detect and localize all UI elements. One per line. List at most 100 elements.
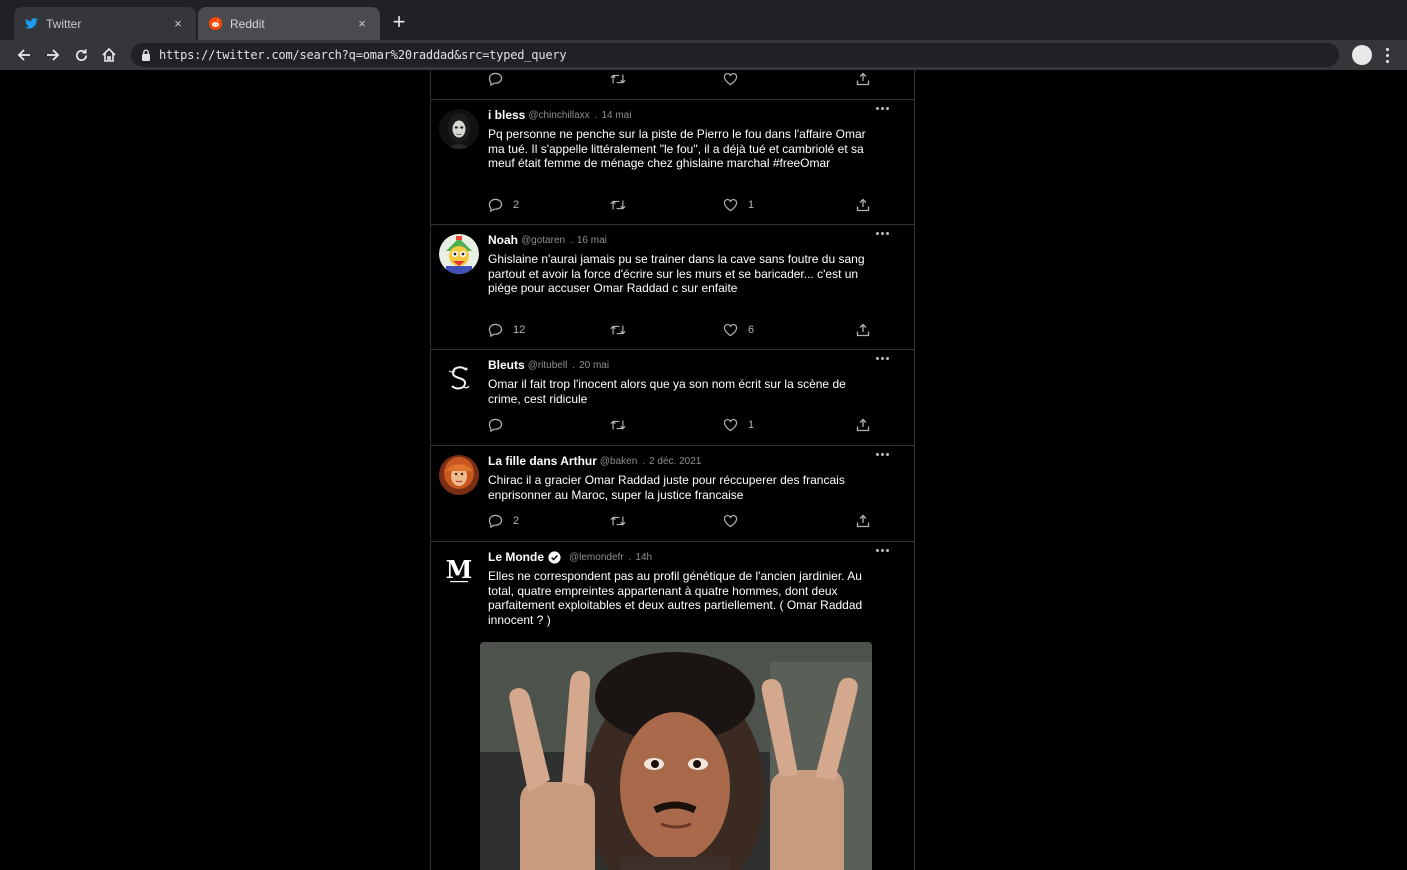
tweet[interactable]: Bleuts @ritubell . 20 mai Omar il fait t… xyxy=(431,351,914,446)
share-button[interactable] xyxy=(856,513,870,529)
more-options-icon[interactable] xyxy=(876,453,894,461)
like-button[interactable]: 6 xyxy=(723,322,754,338)
tweet-actions: 2 xyxy=(488,513,878,529)
more-options-icon[interactable] xyxy=(876,549,894,557)
avatar[interactable] xyxy=(439,234,479,274)
reply-icon xyxy=(488,418,503,432)
forward-button[interactable] xyxy=(42,44,64,66)
reply-button[interactable]: 2 xyxy=(488,513,519,529)
retweet-icon[interactable] xyxy=(610,71,626,87)
separator-dot: . xyxy=(572,359,576,371)
like-icon xyxy=(723,323,738,337)
retweet-button[interactable] xyxy=(610,417,636,433)
twitter-bird-icon xyxy=(24,17,38,31)
author-name[interactable]: i bless xyxy=(488,108,525,122)
reply-count: 2 xyxy=(513,515,520,527)
author-handle[interactable]: @ritubell xyxy=(528,360,568,371)
share-icon[interactable] xyxy=(856,71,870,87)
reply-button[interactable]: 2 xyxy=(488,197,519,213)
tweet-photo[interactable] xyxy=(480,642,872,870)
author-name[interactable]: Noah xyxy=(488,233,518,247)
share-icon xyxy=(856,514,870,528)
retweet-button[interactable] xyxy=(610,197,636,213)
separator-dot: . xyxy=(570,234,573,246)
author-name[interactable]: La fille dans Arthur xyxy=(488,454,597,468)
tweet[interactable]: La fille dans Arthur @baken . 2 déc. 202… xyxy=(431,447,914,542)
tweet-date[interactable]: 2 déc. 2021 xyxy=(649,456,701,467)
tab-title-twitter: Twitter xyxy=(46,16,82,31)
retweet-button[interactable] xyxy=(610,513,636,529)
reply-button[interactable]: 12 xyxy=(488,322,525,338)
author-handle[interactable]: @chinchillaxx xyxy=(528,110,589,121)
arrow-right-icon xyxy=(47,49,60,61)
avatar[interactable]: M xyxy=(439,551,479,591)
new-tab-button[interactable]: + xyxy=(388,11,410,34)
tweet-date[interactable]: 16 mai xyxy=(577,235,607,246)
share-button[interactable] xyxy=(856,417,870,433)
more-options-icon[interactable] xyxy=(876,232,894,240)
retweet-icon xyxy=(610,516,626,526)
retweet-icon xyxy=(610,200,626,210)
tab-reddit[interactable]: Reddit × xyxy=(198,7,380,40)
tweet-actions xyxy=(488,71,878,87)
author-handle[interactable]: @gotaren xyxy=(521,235,565,246)
tweet-header: i bless @chinchillaxx . 14 mai xyxy=(488,108,631,122)
reddit-icon xyxy=(208,17,222,31)
author-handle[interactable]: @lemondefr xyxy=(569,552,624,563)
tweet[interactable]: Noah @gotaren . 16 mai Ghislaine n'aurai… xyxy=(431,226,914,350)
tweet[interactable]: M Le Monde @lemondefr . 14h Elles ne cor… xyxy=(431,543,914,870)
tab-title-reddit: Reddit xyxy=(230,16,265,31)
address-bar[interactable]: https://twitter.com/search?q=omar%20radd… xyxy=(131,43,1339,67)
author-name[interactable]: Bleuts xyxy=(488,358,525,372)
like-count: 6 xyxy=(748,324,755,336)
tweet-date[interactable]: 14 mai xyxy=(601,110,631,121)
page-viewport: i bless @chinchillaxx . 14 mai Pq person… xyxy=(0,70,1407,870)
reply-icon[interactable] xyxy=(488,71,503,87)
tab-twitter[interactable]: Twitter × xyxy=(14,7,196,40)
timeline-column: i bless @chinchillaxx . 14 mai Pq person… xyxy=(430,70,915,870)
profile-avatar-icon[interactable] xyxy=(1352,45,1372,65)
tweet-text: Omar il fait trop l'inocent alors que ya… xyxy=(488,377,846,406)
tweet-header: La fille dans Arthur @baken . 2 déc. 202… xyxy=(488,454,701,468)
tweet-date[interactable]: 20 mai xyxy=(579,360,609,371)
avatar[interactable] xyxy=(439,455,479,495)
tab-close-icon[interactable]: × xyxy=(354,16,370,32)
retweet-button[interactable] xyxy=(610,322,636,338)
like-button[interactable]: 1 xyxy=(723,417,754,433)
more-options-icon[interactable] xyxy=(876,107,894,115)
reply-icon xyxy=(488,323,503,337)
reply-button[interactable] xyxy=(488,417,513,433)
tweet-partial[interactable] xyxy=(431,70,914,100)
verified-badge-icon xyxy=(548,550,561,564)
tweet-date[interactable]: 14h xyxy=(635,552,652,563)
share-icon xyxy=(856,323,870,337)
tweet[interactable]: i bless @chinchillaxx . 14 mai Pq person… xyxy=(431,101,914,225)
share-button[interactable] xyxy=(856,322,870,338)
tweet-text: Chirac il a gracier Omar Raddad juste po… xyxy=(488,473,845,502)
back-button[interactable] xyxy=(13,44,35,66)
home-icon xyxy=(102,47,116,62)
retweet-icon xyxy=(610,325,626,335)
retweet-icon xyxy=(610,420,626,430)
browser-menu-icon[interactable] xyxy=(1380,44,1394,66)
avatar[interactable] xyxy=(439,359,479,399)
like-icon xyxy=(723,418,738,432)
like-button[interactable]: 1 xyxy=(723,197,754,213)
svg-text:M: M xyxy=(446,555,473,584)
reply-count: 12 xyxy=(513,324,526,336)
avatar[interactable] xyxy=(439,109,479,149)
reload-button[interactable] xyxy=(70,44,92,66)
tweet-text: Elles ne correspondent pas au profil gén… xyxy=(488,569,863,627)
separator-dot: . xyxy=(628,551,632,563)
share-button[interactable] xyxy=(856,197,870,213)
author-handle[interactable]: @baken xyxy=(600,456,637,467)
tweet-actions: 12 6 xyxy=(488,322,878,338)
like-icon[interactable] xyxy=(723,71,738,87)
reply-count: 2 xyxy=(513,199,520,211)
more-options-icon[interactable] xyxy=(876,357,894,365)
tab-close-icon[interactable]: × xyxy=(170,16,186,32)
like-button[interactable] xyxy=(723,513,748,529)
reply-icon xyxy=(488,198,503,212)
author-name[interactable]: Le Monde xyxy=(488,550,544,564)
home-button[interactable] xyxy=(98,44,120,66)
